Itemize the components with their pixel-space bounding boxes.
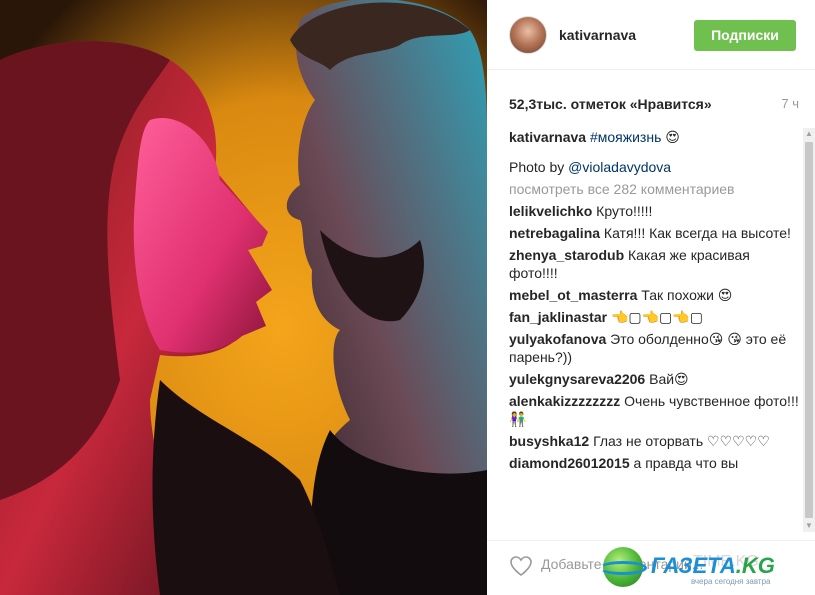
comment-item: yulekgnysareva2206 Вай😍 — [509, 370, 799, 388]
scrollbar-thumb[interactable] — [805, 142, 813, 518]
comment-text: Вай😍 — [649, 371, 689, 387]
comment-username[interactable]: zhenya_starodub — [509, 247, 624, 263]
orbit-ring-icon — [599, 561, 647, 575]
comment-text: Так похожи 😍 — [641, 287, 733, 303]
post-header: kativarnava Подписки — [487, 0, 815, 70]
post-footer: Добавьте комментарий... TIME.KG ГАЗЕТА.K… — [487, 540, 815, 595]
comment-username[interactable]: busyshka12 — [509, 433, 589, 449]
watermark-tagline: вчера сегодня завтра — [691, 577, 771, 586]
site-watermark: TIME.KG ГАЗЕТА.KG вчера сегодня завтра — [595, 545, 815, 591]
comments-scrollbar[interactable]: ▲ ▼ — [803, 128, 815, 532]
comment-username[interactable]: alenkakizzzzzzzz — [509, 393, 620, 409]
view-all-comments-link[interactable]: посмотреть все 282 комментариев — [509, 180, 799, 198]
heart-outline-icon[interactable] — [509, 554, 533, 578]
comment-item: netrebagalina Катя!!! Как всегда на высо… — [509, 224, 799, 242]
comment-item: mebel_ot_masterra Так похожи 😍 — [509, 286, 799, 304]
photo-credit: Photo by @violadavydova — [509, 158, 799, 176]
comment-username[interactable]: yulyakofanova — [509, 331, 606, 347]
avatar[interactable] — [509, 16, 547, 54]
photo-illustration — [0, 0, 487, 595]
comment-item: yulyakofanova Это оболденно😘 😘 это её па… — [509, 330, 799, 366]
comment-item: zhenya_starodub Какая же красивая фото!!… — [509, 246, 799, 282]
comment-username[interactable]: netrebagalina — [509, 225, 600, 241]
comment-item: busyshka12 Глаз не оторвать ♡♡♡♡♡ — [509, 432, 799, 450]
comment-username[interactable]: lelikvelichko — [509, 203, 592, 219]
arrow-down-icon[interactable]: ▼ — [803, 520, 815, 532]
comment-username[interactable]: fan_jaklinastar — [509, 309, 607, 325]
photo-credit-handle[interactable]: @violadavydova — [568, 159, 671, 175]
likes-row: 52,3тыс. отметок «Нравится» 7 ч — [509, 96, 799, 114]
follow-button[interactable]: Подписки — [694, 20, 796, 51]
header-username[interactable]: kativarnava — [559, 27, 636, 43]
post-side-panel: kativarnava Подписки 52,3тыс. отметок «Н… — [487, 0, 815, 595]
caption-hashtag[interactable]: #мояжизнь — [590, 129, 661, 145]
caption: kativarnava #мояжизнь 😍 — [509, 128, 799, 146]
arrow-up-icon[interactable]: ▲ — [803, 128, 815, 140]
comment-item: lelikvelichko Круто!!!!! — [509, 202, 799, 220]
post-photo[interactable] — [0, 0, 487, 595]
comment-username[interactable]: mebel_ot_masterra — [509, 287, 637, 303]
comment-username[interactable]: yulekgnysareva2206 — [509, 371, 645, 387]
comment-text: Глаз не оторвать ♡♡♡♡♡ — [593, 433, 770, 449]
comments-list[interactable]: kativarnava #мояжизнь 😍 Photo by @violad… — [509, 128, 799, 532]
comment-item: fan_jaklinastar 👈▢👈▢👈▢ — [509, 308, 799, 326]
comment-text: Круто!!!!! — [596, 203, 653, 219]
watermark-brand: ГАЗЕТА.KG — [651, 553, 775, 579]
comment-text: 👈▢👈▢👈▢ — [610, 309, 703, 325]
comment-item: alenkakizzzzzzzz Очень чувственное фото!… — [509, 392, 799, 428]
photo-credit-prefix: Photo by — [509, 159, 565, 175]
post-time[interactable]: 7 ч — [781, 96, 799, 111]
caption-emoji: 😍 — [665, 129, 680, 145]
caption-username[interactable]: kativarnava — [509, 129, 586, 145]
comment-item: diamond26012015 а правда что вы — [509, 454, 799, 472]
watermark-brand-name: ГАЗЕТА — [651, 553, 736, 578]
likes-count[interactable]: 52,3тыс. отметок «Нравится» — [509, 96, 712, 112]
comment-username[interactable]: diamond26012015 — [509, 455, 630, 471]
comment-text: Катя!!! Как всегда на высоте! — [603, 225, 791, 241]
comment-text: а правда что вы — [633, 455, 739, 471]
watermark-brand-tld: .KG — [735, 553, 775, 578]
